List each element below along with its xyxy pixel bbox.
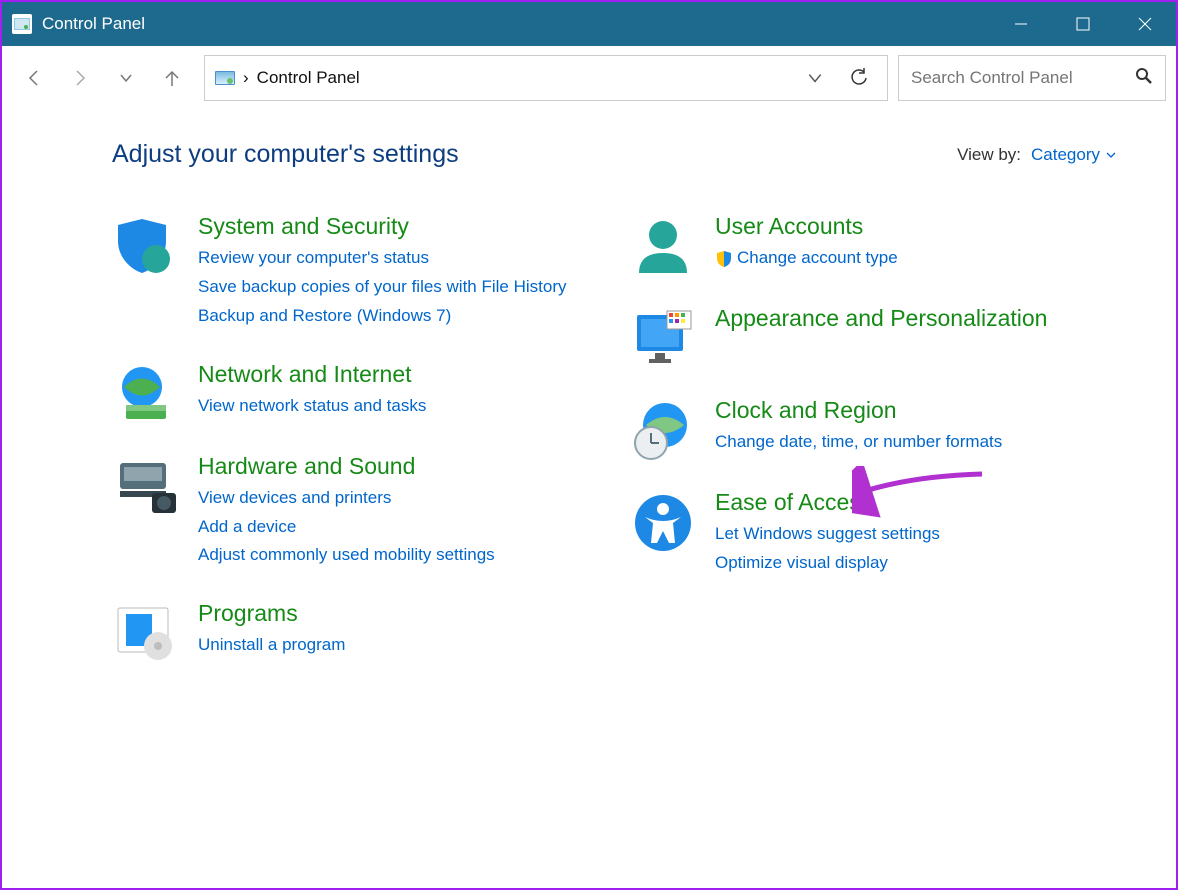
main-content: Adjust your computer's settings View by:… <box>2 100 1176 692</box>
category-link[interactable]: Save backup copies of your files with Fi… <box>198 273 567 302</box>
user-icon <box>629 213 697 275</box>
category-title[interactable]: Ease of Access <box>715 489 940 516</box>
category-link[interactable]: View network status and tasks <box>198 392 426 421</box>
ease-of-access-icon <box>629 489 697 551</box>
right-column: User Accounts Change account type Appear… <box>629 213 1116 692</box>
control-panel-app-icon <box>12 14 32 34</box>
viewby-label: View by: <box>957 145 1021 165</box>
category-link[interactable]: Let Windows suggest settings <box>715 520 940 549</box>
category-title[interactable]: Network and Internet <box>198 361 426 388</box>
category-appearance-and-personalization: Appearance and Personalization <box>629 305 1116 367</box>
titlebar: Control Panel <box>2 2 1176 46</box>
refresh-button[interactable] <box>841 61 877 95</box>
forward-button[interactable] <box>58 56 102 100</box>
appearance-icon <box>629 305 697 367</box>
category-title[interactable]: Appearance and Personalization <box>715 305 1047 332</box>
shield-icon <box>112 213 180 275</box>
category-title[interactable]: System and Security <box>198 213 567 240</box>
category-link[interactable]: Add a device <box>198 513 495 542</box>
search-input[interactable] <box>911 68 1135 88</box>
navigation-toolbar: › Control Panel <box>2 46 1176 100</box>
category-network-and-internet: Network and Internet View network status… <box>112 361 599 423</box>
category-link-text: Change account type <box>737 244 898 273</box>
hardware-icon <box>112 453 180 515</box>
clock-icon <box>629 397 697 459</box>
category-link[interactable]: Change date, time, or number formats <box>715 428 1002 457</box>
category-title[interactable]: User Accounts <box>715 213 898 240</box>
category-link[interactable]: Optimize visual display <box>715 549 940 578</box>
category-ease-of-access: Ease of Access Let Windows suggest setti… <box>629 489 1116 578</box>
window-title: Control Panel <box>42 14 145 34</box>
left-column: System and Security Review your computer… <box>112 213 599 692</box>
address-history-dropdown[interactable] <box>797 61 833 95</box>
location-icon <box>215 71 235 85</box>
maximize-button[interactable] <box>1052 2 1114 46</box>
category-programs: Programs Uninstall a program <box>112 600 599 662</box>
page-title: Adjust your computer's settings <box>112 140 459 169</box>
viewby-dropdown[interactable]: Category <box>1031 145 1116 165</box>
uac-shield-icon <box>715 249 733 267</box>
category-hardware-and-sound: Hardware and Sound View devices and prin… <box>112 453 599 571</box>
category-system-and-security: System and Security Review your computer… <box>112 213 599 331</box>
category-title[interactable]: Clock and Region <box>715 397 1002 424</box>
search-box[interactable] <box>898 55 1166 101</box>
category-title[interactable]: Programs <box>198 600 345 627</box>
recent-locations-dropdown[interactable] <box>104 56 148 100</box>
breadcrumb-separator: › <box>243 68 249 88</box>
back-button[interactable] <box>12 56 56 100</box>
network-icon <box>112 361 180 423</box>
viewby-value-text: Category <box>1031 145 1100 165</box>
category-link[interactable]: Adjust commonly used mobility settings <box>198 541 495 570</box>
chevron-down-icon <box>1106 150 1116 160</box>
category-link[interactable]: View devices and printers <box>198 484 495 513</box>
programs-icon <box>112 600 180 662</box>
search-icon[interactable] <box>1135 67 1153 90</box>
minimize-button[interactable] <box>990 2 1052 46</box>
up-button[interactable] <box>150 56 194 100</box>
address-bar[interactable]: › Control Panel <box>204 55 888 101</box>
category-clock-and-region: Clock and Region Change date, time, or n… <box>629 397 1116 459</box>
category-link[interactable]: Backup and Restore (Windows 7) <box>198 302 567 331</box>
category-user-accounts: User Accounts Change account type <box>629 213 1116 275</box>
breadcrumb-current[interactable]: Control Panel <box>257 68 360 88</box>
category-link[interactable]: Review your computer's status <box>198 244 567 273</box>
category-link[interactable]: Change account type <box>715 244 898 273</box>
close-button[interactable] <box>1114 2 1176 46</box>
category-title[interactable]: Hardware and Sound <box>198 453 495 480</box>
category-link[interactable]: Uninstall a program <box>198 631 345 660</box>
